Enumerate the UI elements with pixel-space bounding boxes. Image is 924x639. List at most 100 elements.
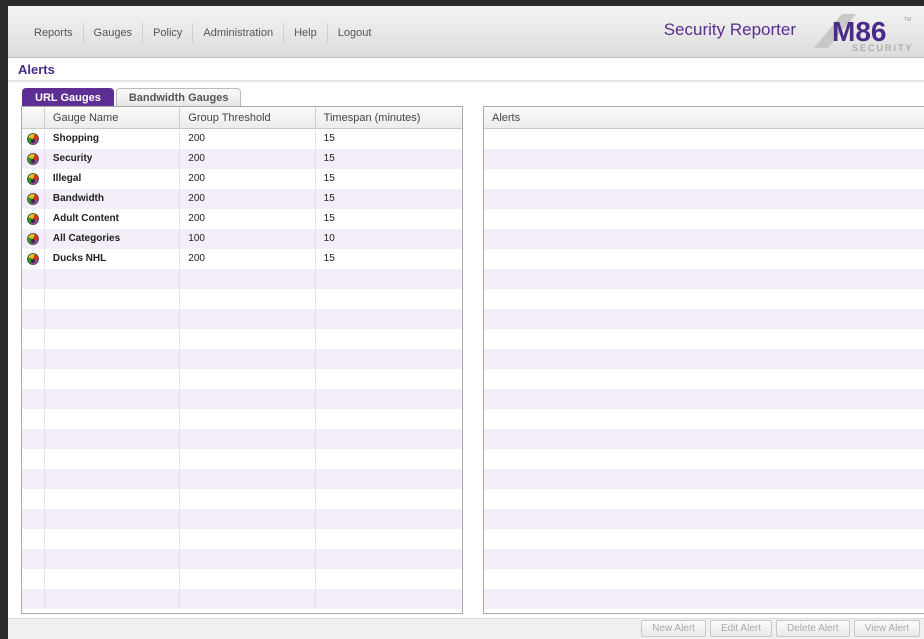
logo-trademark: TM	[904, 17, 911, 23]
menu-administration[interactable]: Administration	[193, 23, 285, 43]
threshold-cell	[180, 589, 316, 609]
empty-table-row	[484, 189, 924, 209]
gauge-icon-cell	[22, 309, 45, 329]
timespan-cell: 15	[323, 153, 335, 164]
threshold-cell	[180, 409, 316, 429]
threshold-cell	[180, 289, 316, 309]
table-row[interactable]: Shopping 200 15	[22, 129, 462, 149]
gauge-icon-cell	[22, 269, 45, 289]
empty-table-row	[22, 449, 462, 469]
alert-cell	[484, 209, 924, 229]
empty-table-row	[484, 389, 924, 409]
gauge-icon-cell	[22, 429, 45, 449]
threshold-cell	[180, 369, 316, 389]
empty-table-row	[22, 509, 462, 529]
gauge-icon	[26, 253, 39, 265]
empty-table-row	[22, 329, 462, 349]
threshold-cell	[180, 349, 316, 369]
empty-table-row	[484, 169, 924, 189]
alert-cell	[484, 349, 924, 369]
threshold-cell: 100	[180, 229, 316, 249]
column-header-alerts[interactable]: Alerts	[484, 107, 924, 129]
timespan-cell	[316, 389, 462, 409]
threshold-cell	[180, 389, 316, 409]
table-row[interactable]: Adult Content 200 15	[22, 209, 462, 229]
alert-cell	[484, 329, 924, 349]
empty-table-row	[484, 429, 924, 449]
empty-table-row	[484, 449, 924, 469]
timespan-cell: 10	[323, 233, 335, 244]
alert-cell	[484, 549, 924, 569]
table-row[interactable]: Ducks NHL 200 15	[22, 249, 462, 269]
gauge-icon	[26, 133, 39, 145]
menu-logout[interactable]: Logout	[328, 23, 382, 43]
gauge-icon-cell	[22, 409, 45, 429]
column-header-timespan[interactable]: Timespan (minutes)	[316, 107, 462, 129]
edit-alert-button[interactable]: Edit Alert	[709, 620, 772, 637]
menu-policy[interactable]: Policy	[143, 23, 194, 43]
timespan-cell	[316, 329, 462, 349]
delete-alert-button[interactable]: Delete Alert	[776, 620, 850, 637]
gauge-icon-cell	[22, 529, 45, 549]
table-row[interactable]: Security 200 15	[22, 149, 462, 169]
column-header-group-threshold[interactable]: Group Threshold	[180, 107, 316, 129]
empty-table-row	[22, 549, 462, 569]
empty-table-row	[22, 289, 462, 309]
menu-reports[interactable]: Reports	[24, 23, 84, 43]
gauges-table-body: Shopping 200 15 Security 200 15 Illegal 200 15 Ba…	[22, 129, 462, 609]
threshold-cell	[180, 509, 316, 529]
threshold-cell	[180, 309, 316, 329]
table-row[interactable]: All Categories 100 10	[22, 229, 462, 249]
timespan-cell	[316, 589, 462, 609]
menu-gauges[interactable]: Gauges	[84, 23, 144, 43]
alert-cell	[484, 189, 924, 209]
gauge-icon-cell	[22, 209, 45, 229]
threshold-cell	[180, 549, 316, 569]
empty-table-row	[22, 269, 462, 289]
gauge-name-cell	[45, 569, 181, 589]
gauge-name-cell	[45, 349, 181, 369]
gauge-icon-cell	[22, 489, 45, 509]
menu-help[interactable]: Help	[284, 23, 328, 43]
top-navigation-bar: Reports Gauges Policy Administration Hel…	[8, 6, 924, 58]
empty-table-row	[22, 309, 462, 329]
view-alert-button[interactable]: View Alert	[853, 620, 920, 637]
empty-table-row	[484, 549, 924, 569]
gauge-name-cell: Adult Content	[45, 209, 181, 229]
alert-cell	[484, 389, 924, 409]
tab-url-gauges[interactable]: URL Gauges	[22, 88, 114, 106]
empty-table-row	[22, 409, 462, 429]
threshold-cell	[180, 469, 316, 489]
title-divider	[8, 80, 924, 82]
empty-table-row	[484, 589, 924, 609]
gauge-name-cell	[45, 529, 181, 549]
gauge-name-cell	[45, 589, 181, 609]
gauge-name-cell	[45, 449, 181, 469]
alerts-table-header: Alerts	[484, 107, 924, 129]
tab-bandwidth-gauges[interactable]: Bandwidth Gauges	[115, 88, 242, 106]
gauge-icon-cell	[22, 289, 45, 309]
gauge-icon-cell	[22, 169, 45, 189]
gauge-name-cell	[45, 269, 181, 289]
gauge-icon-cell	[22, 229, 45, 249]
column-header-gauge-name[interactable]: Gauge Name	[45, 107, 181, 129]
gauge-icon-cell	[22, 469, 45, 489]
alert-cell	[484, 409, 924, 429]
alert-cell	[484, 289, 924, 309]
alerts-table: Alerts	[483, 106, 924, 614]
timespan-cell	[316, 429, 462, 449]
table-row[interactable]: Bandwidth 200 15	[22, 189, 462, 209]
empty-table-row	[484, 149, 924, 169]
alerts-table-body	[484, 129, 924, 609]
gauge-icon-cell	[22, 509, 45, 529]
threshold-cell	[180, 269, 316, 289]
new-alert-button[interactable]: New Alert	[641, 620, 706, 637]
empty-table-row	[484, 229, 924, 249]
table-row[interactable]: Illegal 200 15	[22, 169, 462, 189]
app-title: Security Reporter	[663, 20, 796, 39]
alert-cell	[484, 469, 924, 489]
gauge-icon-cell	[22, 569, 45, 589]
empty-table-row	[484, 509, 924, 529]
timespan-cell	[316, 529, 462, 549]
timespan-cell	[316, 369, 462, 389]
